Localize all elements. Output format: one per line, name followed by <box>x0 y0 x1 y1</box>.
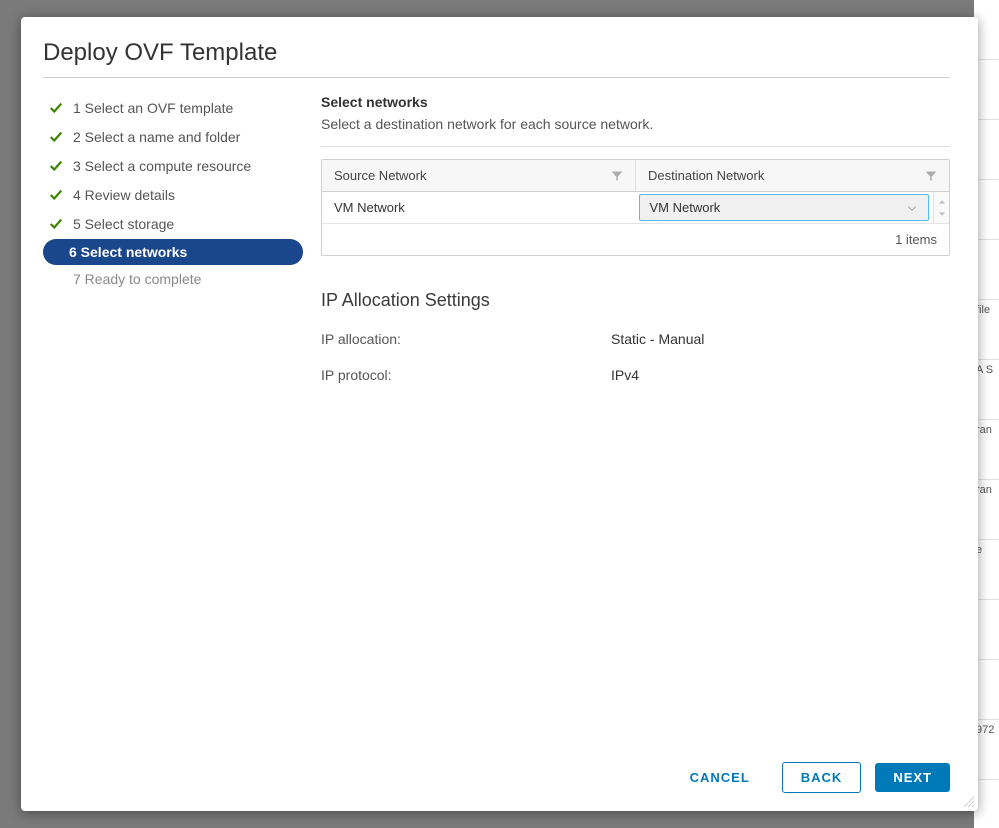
header-source-network[interactable]: Source Network <box>322 160 636 191</box>
check-icon <box>47 128 65 146</box>
scroll-down[interactable] <box>934 208 949 220</box>
scroll-arrows <box>933 192 949 223</box>
step-label: 4 Review details <box>73 187 175 203</box>
table-footer: 1 items <box>322 224 949 255</box>
divider <box>321 146 950 147</box>
step-5[interactable]: 5 Select storage <box>43 210 303 238</box>
dialog-footer: CANCEL BACK NEXT <box>43 750 950 793</box>
section-description: Select a destination network for each so… <box>321 116 950 132</box>
step-6-active[interactable]: 6 Select networks <box>43 239 303 265</box>
table-row: VM Network VM Network <box>322 192 949 224</box>
back-button[interactable]: BACK <box>782 762 862 793</box>
step-3[interactable]: 3 Select a compute resource <box>43 152 303 180</box>
ip-allocation-label: IP allocation: <box>321 331 611 347</box>
check-icon <box>47 99 65 117</box>
ip-protocol-row: IP protocol: IPv4 <box>321 367 950 383</box>
ip-allocation-title: IP Allocation Settings <box>321 290 950 311</box>
cancel-button[interactable]: CANCEL <box>672 763 768 792</box>
dialog-title: Deploy OVF Template <box>43 39 950 78</box>
step-1[interactable]: 1 Select an OVF template <box>43 94 303 122</box>
deploy-ovf-dialog: Deploy OVF Template 1 Select an OVF temp… <box>21 17 978 811</box>
check-icon <box>47 215 65 233</box>
ip-protocol-label: IP protocol: <box>321 367 611 383</box>
step-label: 7 Ready to complete <box>73 271 201 287</box>
step-label: 5 Select storage <box>73 216 174 232</box>
ip-allocation-value: Static - Manual <box>611 331 704 347</box>
check-icon <box>47 186 65 204</box>
scroll-up[interactable] <box>934 196 949 208</box>
step-4[interactable]: 4 Review details <box>43 181 303 209</box>
step-7: 7 Ready to complete <box>43 266 303 292</box>
network-table: Source Network Destination Network VM Ne… <box>321 159 950 256</box>
filter-icon[interactable] <box>925 170 937 182</box>
filter-icon[interactable] <box>611 170 623 182</box>
header-destination-network[interactable]: Destination Network <box>636 160 949 191</box>
check-icon <box>47 157 65 175</box>
wizard-steps: 1 Select an OVF template 2 Select a name… <box>43 94 303 750</box>
step-label: 6 Select networks <box>69 244 187 260</box>
step-label: 3 Select a compute resource <box>73 158 251 174</box>
ip-allocation-row: IP allocation: Static - Manual <box>321 331 950 347</box>
destination-network-cell: VM Network <box>637 192 934 223</box>
destination-network-select[interactable]: VM Network <box>639 194 930 221</box>
chevron-down-icon <box>906 202 918 214</box>
step-2[interactable]: 2 Select a name and folder <box>43 123 303 151</box>
section-title: Select networks <box>321 94 950 110</box>
select-value: VM Network <box>650 200 721 215</box>
step-label: 2 Select a name and folder <box>73 129 240 145</box>
table-header: Source Network Destination Network <box>322 160 949 192</box>
header-label: Destination Network <box>648 168 764 183</box>
step-label: 1 Select an OVF template <box>73 100 233 116</box>
source-network-cell: VM Network <box>322 192 637 223</box>
content-pane: Select networks Select a destination net… <box>321 94 950 750</box>
next-button[interactable]: NEXT <box>875 763 950 792</box>
ip-protocol-value: IPv4 <box>611 367 639 383</box>
header-label: Source Network <box>334 168 426 183</box>
resize-handle-icon[interactable] <box>963 796 975 808</box>
